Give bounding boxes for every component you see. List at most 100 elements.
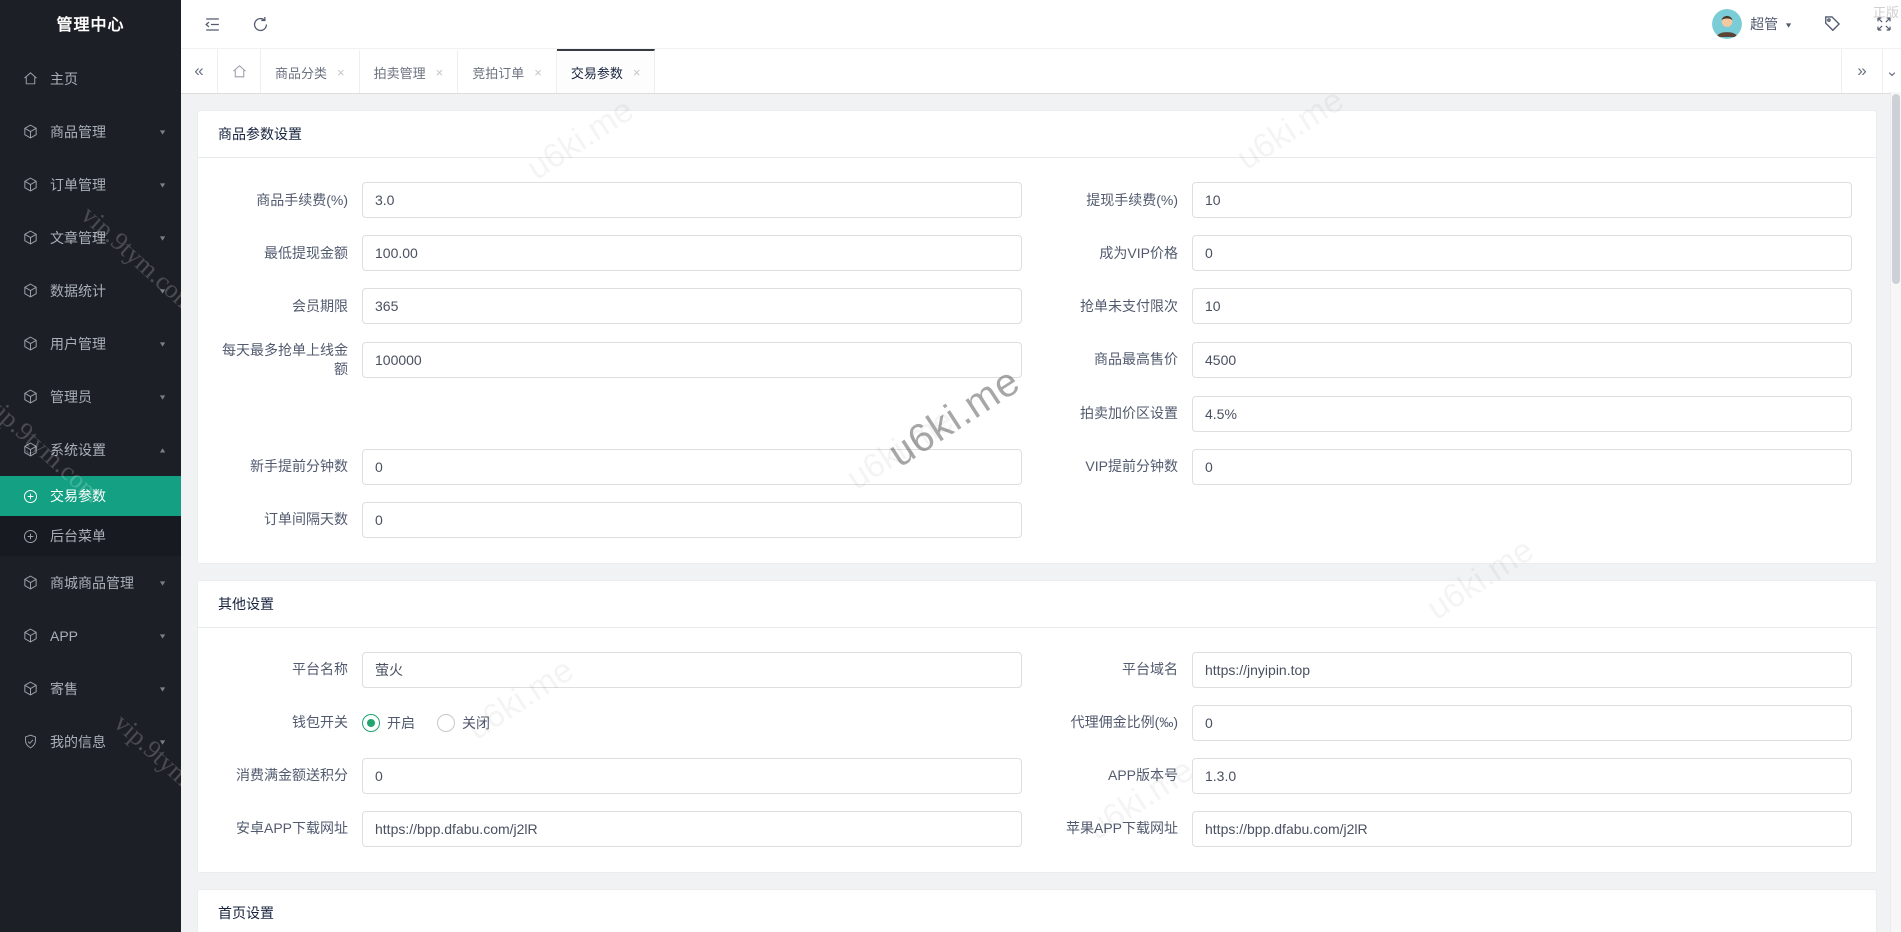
- order-gap-days-label: 订单间隔天数: [222, 510, 348, 529]
- tag-icon[interactable]: [1819, 11, 1845, 37]
- wallet-switch-radio-group: 开启 关闭: [362, 713, 512, 733]
- cube-icon: [22, 123, 39, 140]
- caret-down-icon: ▼: [158, 632, 167, 640]
- section-title: 首页设置: [198, 890, 1876, 932]
- android-url-label: 安卓APP下载网址: [222, 819, 348, 838]
- cube-icon: [22, 680, 39, 697]
- license-watermark: 正版: [1873, 2, 1899, 21]
- tab-auction-manage[interactable]: 拍卖管理 ×: [360, 49, 459, 93]
- sidebar-item-trade-params[interactable]: 交易参数: [0, 476, 181, 516]
- novice-minutes-input[interactable]: [362, 449, 1022, 485]
- order-gap-days-input[interactable]: [362, 502, 1022, 538]
- platform-name-label: 平台名称: [222, 660, 348, 679]
- agent-commission-input[interactable]: [1192, 705, 1852, 741]
- cube-icon: [22, 574, 39, 591]
- novice-minutes-label: 新手提前分钟数: [222, 457, 348, 476]
- max-price-input[interactable]: [1192, 342, 1852, 378]
- scrollbar-track[interactable]: [1890, 92, 1901, 932]
- vip-minutes-input[interactable]: [1192, 449, 1852, 485]
- scrollbar-thumb[interactable]: [1892, 94, 1900, 284]
- app-title: 管理中心: [0, 0, 181, 52]
- tabs-menu-button[interactable]: ⌄: [1882, 49, 1901, 93]
- withdraw-fee-input[interactable]: [1192, 182, 1852, 218]
- tabs-scroll-left-button[interactable]: «: [181, 49, 218, 93]
- goods-fee-label: 商品手续费(%): [222, 191, 348, 210]
- refresh-icon[interactable]: [247, 11, 273, 37]
- menu-fold-icon[interactable]: [199, 11, 225, 37]
- daily-max-input[interactable]: [362, 342, 1022, 378]
- user-menu-caret-icon[interactable]: ▼: [1784, 21, 1793, 29]
- section-homepage-settings: 首页设置 Logo 上传图片 邀请背景图 上传图片: [197, 889, 1877, 932]
- caret-down-icon: ▼: [158, 738, 167, 746]
- min-withdraw-input[interactable]: [362, 235, 1022, 271]
- caret-down-icon: ▼: [158, 340, 167, 348]
- cube-icon: [22, 441, 39, 458]
- wallet-switch-label: 钱包开关: [222, 713, 348, 732]
- topbar-right: 超管 ▼: [1712, 0, 1845, 48]
- caret-down-icon: ▼: [158, 579, 167, 587]
- close-icon[interactable]: ×: [633, 65, 641, 80]
- platform-name-input[interactable]: [362, 652, 1022, 688]
- cube-icon: [22, 388, 39, 405]
- section-other-settings: 其他设置 平台名称 平台域名 钱包开关: [197, 580, 1877, 873]
- sidebar-nav: 主页 商品管理 ▼ 订单管理 ▼ 文章管理 ▼ 数据统计 ▼: [0, 52, 181, 768]
- wallet-off-radio[interactable]: [437, 714, 455, 732]
- sidebar-item-app[interactable]: APP ▼: [0, 609, 181, 662]
- sidebar-item-my-info[interactable]: 我的信息 ▼: [0, 715, 181, 768]
- vip-price-input[interactable]: [1192, 235, 1852, 271]
- user-name[interactable]: 超管: [1750, 14, 1778, 34]
- tab-trade-params[interactable]: 交易参数 ×: [557, 49, 656, 93]
- caret-down-icon: ▼: [158, 128, 167, 136]
- sidebar-item-consignment[interactable]: 寄售 ▼: [0, 662, 181, 715]
- close-icon[interactable]: ×: [534, 65, 542, 80]
- cube-icon: [22, 229, 39, 246]
- platform-domain-label: 平台域名: [1052, 660, 1178, 679]
- tab-goods-category[interactable]: 商品分类 ×: [261, 49, 360, 93]
- caret-down-icon: ▼: [158, 393, 167, 401]
- sidebar-item-stats[interactable]: 数据统计 ▼: [0, 264, 181, 317]
- daily-max-label: 每天最多抢单上线金额: [222, 341, 348, 379]
- tabs-scroll-right-button[interactable]: »: [1841, 49, 1882, 93]
- tabbar-right: » ⌄: [1841, 49, 1901, 93]
- avatar[interactable]: [1712, 9, 1742, 39]
- platform-domain-input[interactable]: [1192, 652, 1852, 688]
- admin-page: 管理中心 主页 商品管理 ▼ 订单管理 ▼ 文章管理 ▼: [0, 0, 1901, 932]
- sidebar-item-admins[interactable]: 管理员 ▼: [0, 370, 181, 423]
- tab-bid-orders[interactable]: 竞拍订单 ×: [458, 49, 557, 93]
- sidebar-item-backend-menu[interactable]: 后台菜单: [0, 516, 181, 556]
- vip-price-label: 成为VIP价格: [1052, 244, 1178, 263]
- plus-circle-icon: [22, 528, 39, 545]
- member-days-label: 会员期限: [222, 297, 348, 316]
- ios-url-input[interactable]: [1192, 811, 1852, 847]
- member-days-input[interactable]: [362, 288, 1022, 324]
- android-url-input[interactable]: [362, 811, 1022, 847]
- points-per-amount-label: 消费满金额送积分: [222, 766, 348, 785]
- sidebar: 管理中心 主页 商品管理 ▼ 订单管理 ▼ 文章管理 ▼: [0, 0, 181, 932]
- goods-fee-input[interactable]: [362, 182, 1022, 218]
- ios-url-label: 苹果APP下载网址: [1052, 819, 1178, 838]
- unpaid-limit-label: 抢单未支付限次: [1052, 297, 1178, 316]
- points-per-amount-input[interactable]: [362, 758, 1022, 794]
- cube-icon: [22, 176, 39, 193]
- section-title: 其他设置: [198, 581, 1876, 628]
- sidebar-item-goods[interactable]: 商品管理 ▼: [0, 105, 181, 158]
- close-icon[interactable]: ×: [436, 65, 444, 80]
- auction-range-input[interactable]: [1192, 396, 1852, 432]
- sidebar-item-mall-goods[interactable]: 商城商品管理 ▼: [0, 556, 181, 609]
- app-version-label: APP版本号: [1052, 766, 1178, 785]
- sidebar-item-orders[interactable]: 订单管理 ▼: [0, 158, 181, 211]
- sidebar-item-system-settings[interactable]: 系统设置 ▲: [0, 423, 181, 476]
- caret-up-icon: ▲: [158, 446, 167, 454]
- sidebar-item-home[interactable]: 主页: [0, 52, 181, 105]
- topbar: 超管 ▼ 正版: [181, 0, 1901, 49]
- wallet-on-radio[interactable]: [362, 714, 380, 732]
- withdraw-fee-label: 提现手续费(%): [1052, 191, 1178, 210]
- vip-minutes-label: VIP提前分钟数: [1052, 457, 1178, 476]
- app-version-input[interactable]: [1192, 758, 1852, 794]
- sidebar-item-articles[interactable]: 文章管理 ▼: [0, 211, 181, 264]
- unpaid-limit-input[interactable]: [1192, 288, 1852, 324]
- close-icon[interactable]: ×: [337, 65, 345, 80]
- home-tab[interactable]: [218, 49, 261, 93]
- plus-circle-icon: [22, 488, 39, 505]
- sidebar-item-users[interactable]: 用户管理 ▼: [0, 317, 181, 370]
